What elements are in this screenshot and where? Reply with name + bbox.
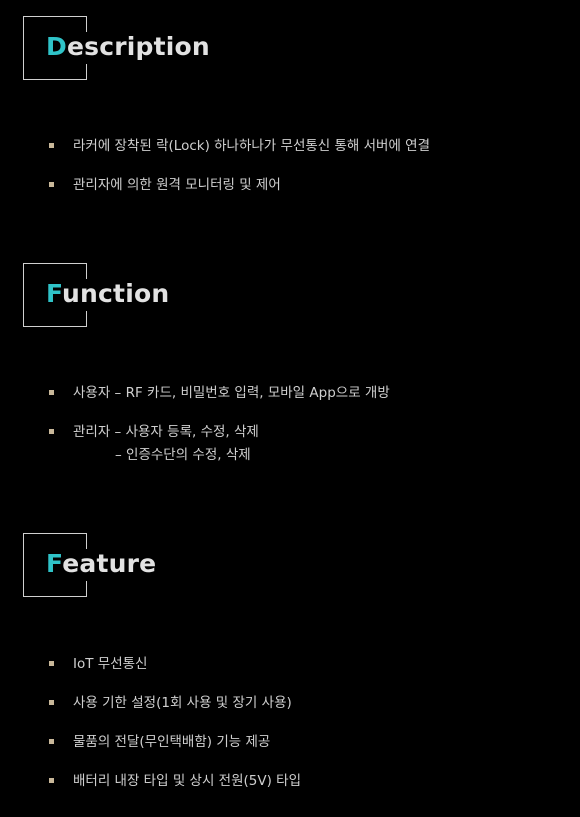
- list-item: 사용자 – RF 카드, 비밀번호 입력, 모바일 App으로 개방: [49, 383, 390, 403]
- title-rest: eature: [62, 549, 157, 578]
- square-bullet-icon: [49, 143, 54, 148]
- section-feature: Feature IoT 무선통신 사용 기한 설정(1회 사용 및 장기 사용)…: [23, 533, 563, 789]
- list-item-text: 관리자에 의한 원격 모니터링 및 제어: [73, 177, 281, 193]
- list-item-text: 배터리 내장 타입 및 상시 전원(5V) 타입: [73, 773, 301, 789]
- section-title: Function: [46, 278, 169, 310]
- list-item: 관리자 – 사용자 등록, 수정, 삭제 – 인증수단의 수정, 삭제: [49, 422, 390, 465]
- list-item-text: 관리자 – 사용자 등록, 수정, 삭제: [73, 424, 259, 440]
- list-item: 물품의 전달(무인택배함) 기능 제공: [49, 732, 301, 752]
- description-list: 라커에 장착된 락(Lock) 하나하나가 무선통신 통해 서버에 연결 관리자…: [49, 136, 430, 195]
- list-item-text: 물품의 전달(무인택배함) 기능 제공: [73, 734, 271, 750]
- title-initial: F: [46, 549, 63, 578]
- square-bullet-icon: [49, 778, 54, 783]
- section-description: Description 라커에 장착된 락(Lock) 하나하나가 무선통신 통…: [23, 16, 563, 193]
- list-item-continuation: – 인증수단의 수정, 삭제: [115, 447, 251, 463]
- list-item: IoT 무선통신: [49, 654, 301, 674]
- section-function: Function 사용자 – RF 카드, 비밀번호 입력, 모바일 App으로…: [23, 263, 563, 463]
- list-item: 사용 기한 설정(1회 사용 및 장기 사용): [49, 693, 301, 713]
- square-bullet-icon: [49, 390, 54, 395]
- square-bullet-icon: [49, 429, 54, 434]
- list-item-text: 사용자 – RF 카드, 비밀번호 입력, 모바일 App으로 개방: [73, 385, 390, 401]
- function-list: 사용자 – RF 카드, 비밀번호 입력, 모바일 App으로 개방 관리자 –…: [49, 383, 390, 465]
- section-title: Description: [46, 31, 210, 63]
- square-bullet-icon: [49, 739, 54, 744]
- list-item: 배터리 내장 타입 및 상시 전원(5V) 타입: [49, 771, 301, 791]
- list-item: 라커에 장착된 락(Lock) 하나하나가 무선통신 통해 서버에 연결: [49, 136, 430, 156]
- square-bullet-icon: [49, 182, 54, 187]
- square-bullet-icon: [49, 700, 54, 705]
- title-initial: D: [46, 32, 67, 61]
- title-rest: escription: [66, 32, 210, 61]
- list-item-text: IoT 무선통신: [73, 656, 148, 672]
- section-title: Feature: [46, 548, 156, 580]
- title-rest: unction: [62, 279, 170, 308]
- list-item: 관리자에 의한 원격 모니터링 및 제어: [49, 175, 430, 195]
- title-initial: F: [46, 279, 63, 308]
- list-item-text: 사용 기한 설정(1회 사용 및 장기 사용): [73, 695, 292, 711]
- feature-list: IoT 무선통신 사용 기한 설정(1회 사용 및 장기 사용) 물품의 전달(…: [49, 654, 301, 791]
- square-bullet-icon: [49, 661, 54, 666]
- list-item-text: 라커에 장착된 락(Lock) 하나하나가 무선통신 통해 서버에 연결: [73, 138, 431, 154]
